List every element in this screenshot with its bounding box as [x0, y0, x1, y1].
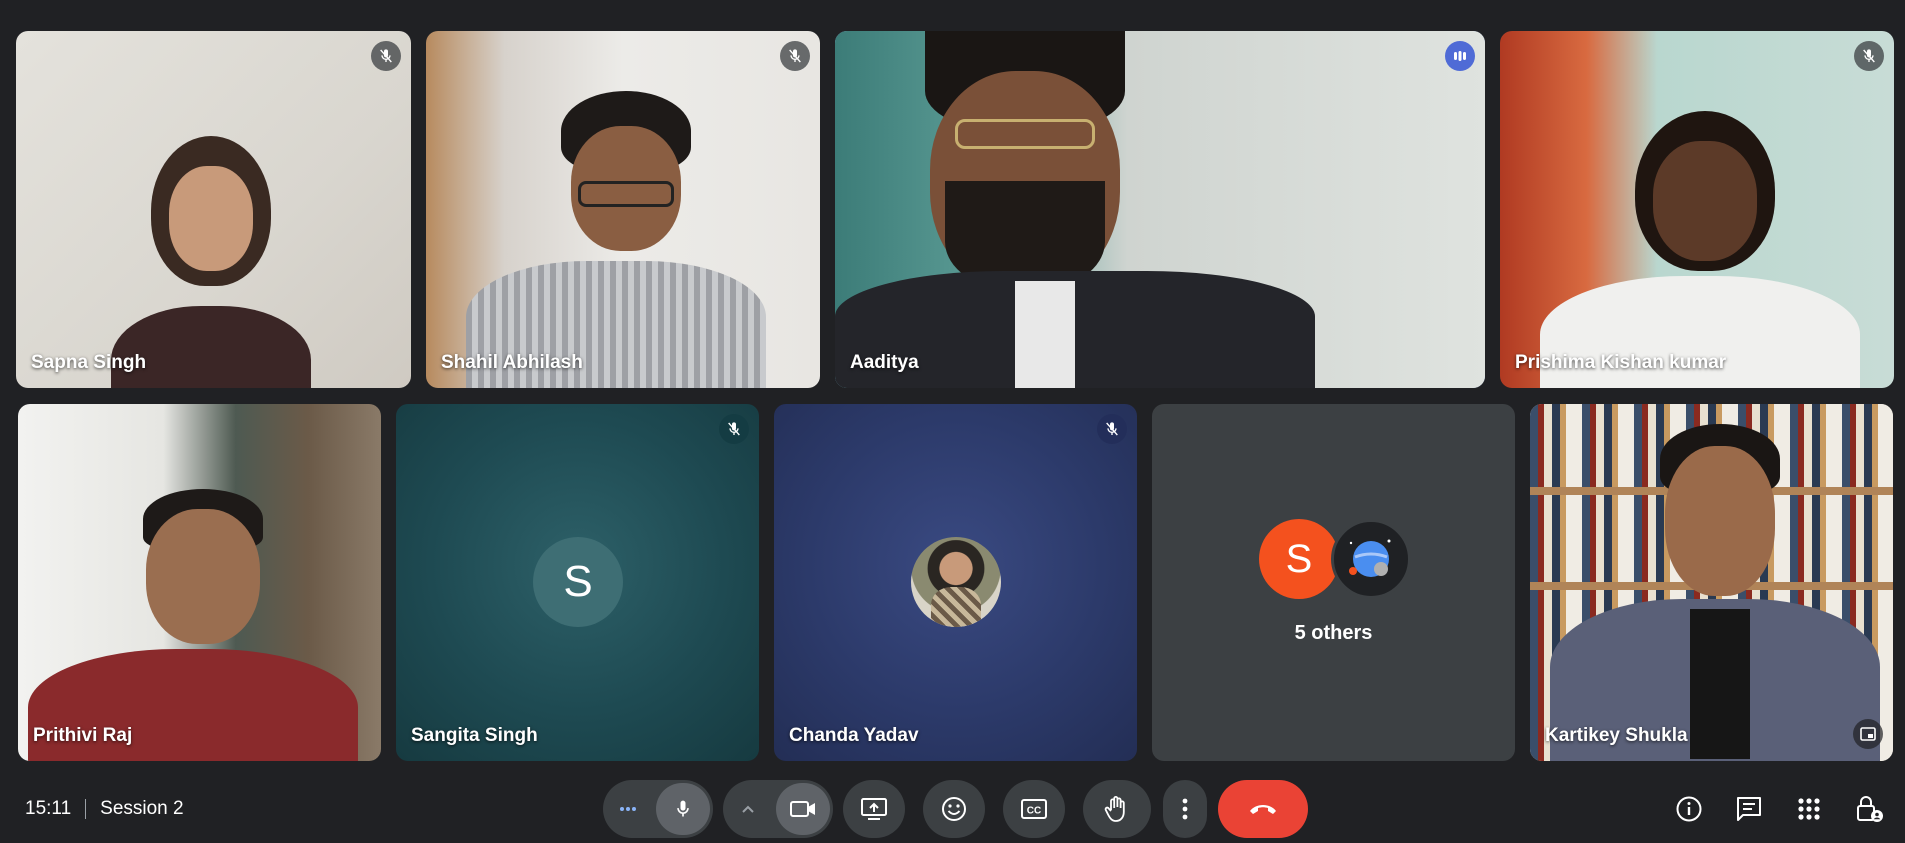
present-screen-icon: [861, 798, 887, 820]
lock-person-icon: [1857, 796, 1883, 822]
activities-button[interactable]: [1789, 789, 1829, 829]
camera-icon: [790, 801, 816, 817]
person-silhouette: [28, 489, 358, 761]
profile-photo: [931, 587, 981, 627]
participant-name: Shahil Abhilash: [441, 352, 583, 373]
participant-tile-sangita-singh[interactable]: S Sangita Singh: [396, 404, 759, 761]
participant-tile-prishima-kishan-kumar[interactable]: Prishima Kishan kumar: [1500, 31, 1894, 388]
microphone-icon: [677, 800, 689, 817]
captions-button[interactable]: CC: [1003, 780, 1065, 838]
emoji-icon: [942, 797, 966, 821]
more-dots-icon: [620, 807, 637, 811]
avatar-letter: S: [563, 557, 593, 606]
svg-text:CC: CC: [1027, 806, 1041, 817]
participant-tile-chanda-yadav[interactable]: Chanda Yadav: [774, 404, 1137, 761]
avatar: [911, 537, 1001, 627]
camera-button[interactable]: [776, 783, 830, 835]
avatar-letter: S: [1285, 536, 1313, 581]
apps-grid-icon: [1798, 798, 1820, 820]
clock-time: 15:11: [25, 798, 72, 819]
participant-name: Kartikey Shukla: [1545, 725, 1688, 746]
participant-tile-sapna-singh[interactable]: Sapna Singh: [16, 31, 411, 388]
mic-off-icon: [371, 41, 401, 71]
person-silhouette: [466, 71, 766, 388]
mic-control-group: [603, 780, 713, 838]
planet-avatar-icon: [1331, 519, 1411, 599]
more-options-icon: [1182, 798, 1188, 820]
audio-settings-button[interactable]: [603, 780, 653, 838]
reactions-button[interactable]: [923, 780, 985, 838]
person-silhouette: [1550, 424, 1880, 761]
participant-name: Sapna Singh: [31, 352, 147, 373]
avatar: S: [533, 537, 623, 627]
mic-off-icon: [719, 414, 749, 444]
others-count-label: 5 others: [1294, 622, 1373, 644]
mic-off-icon: [1097, 414, 1127, 444]
mic-off-icon: [1854, 41, 1884, 71]
participant-name: Sangita Singh: [411, 725, 538, 746]
raise-hand-button[interactable]: [1083, 780, 1151, 838]
participant-name: Prishima Kishan kumar: [1515, 352, 1727, 373]
info-icon: [1676, 796, 1702, 822]
person-silhouette: [835, 31, 1335, 388]
host-controls-button[interactable]: [1849, 789, 1889, 829]
microphone-button[interactable]: [656, 783, 710, 835]
captions-icon: CC: [1021, 799, 1047, 819]
leave-call-button[interactable]: [1218, 780, 1308, 838]
video-settings-button[interactable]: [723, 780, 773, 838]
participant-name: Aaditya: [850, 352, 919, 373]
speaking-indicator-icon: [1445, 41, 1475, 71]
chevron-up-icon: [742, 805, 754, 813]
participant-tile-shahil-abhilash[interactable]: Shahil Abhilash: [426, 31, 820, 388]
others-tile[interactable]: S 5 others: [1152, 404, 1515, 761]
raise-hand-icon: [1104, 796, 1125, 822]
participant-tile-aaditya[interactable]: Aaditya: [835, 31, 1485, 388]
participant-tile-kartikey-shukla[interactable]: Kartikey Shukla: [1530, 404, 1893, 761]
leave-call-icon: [1250, 805, 1276, 814]
participant-tile-prithivi-raj[interactable]: Prithivi Raj: [18, 404, 381, 761]
person-silhouette: [1540, 101, 1860, 388]
divider: [85, 799, 87, 819]
participant-name: Prithivi Raj: [33, 725, 133, 746]
others-avatar: S: [1259, 519, 1339, 599]
meeting-details-button[interactable]: [1669, 789, 1709, 829]
present-button[interactable]: [843, 780, 905, 838]
chat-button[interactable]: [1729, 789, 1769, 829]
camera-control-group: [723, 780, 833, 838]
meeting-info: 15:11 Session 2: [25, 798, 184, 820]
picture-in-picture-icon[interactable]: [1853, 719, 1883, 749]
more-options-button[interactable]: [1163, 780, 1207, 838]
meeting-name: Session 2: [100, 798, 184, 819]
chat-icon: [1737, 797, 1761, 821]
mic-off-icon: [780, 41, 810, 71]
person-silhouette: [111, 136, 311, 388]
participant-name: Chanda Yadav: [789, 725, 919, 746]
